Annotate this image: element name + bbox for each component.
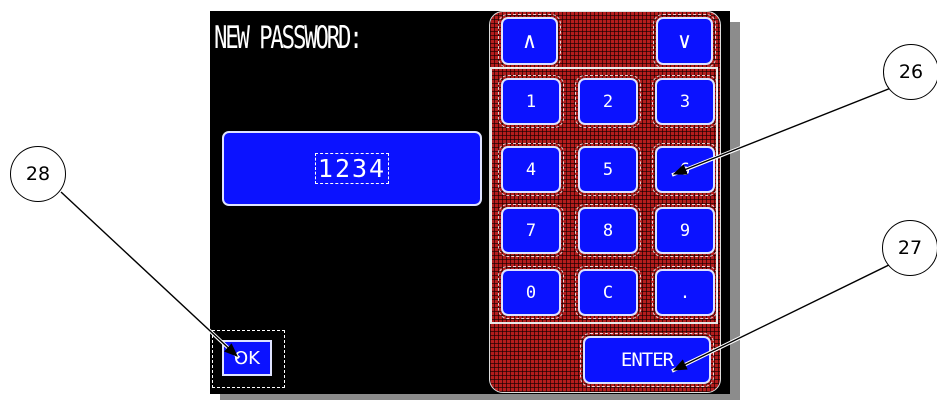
callout-28: 28 xyxy=(10,146,66,202)
leader-27 xyxy=(672,262,894,371)
callout-leader-lines xyxy=(59,86,894,373)
callout-26: 26 xyxy=(883,44,937,100)
callout-27: 27 xyxy=(882,220,937,276)
leader-26 xyxy=(672,87,892,175)
leader-28 xyxy=(60,191,239,357)
